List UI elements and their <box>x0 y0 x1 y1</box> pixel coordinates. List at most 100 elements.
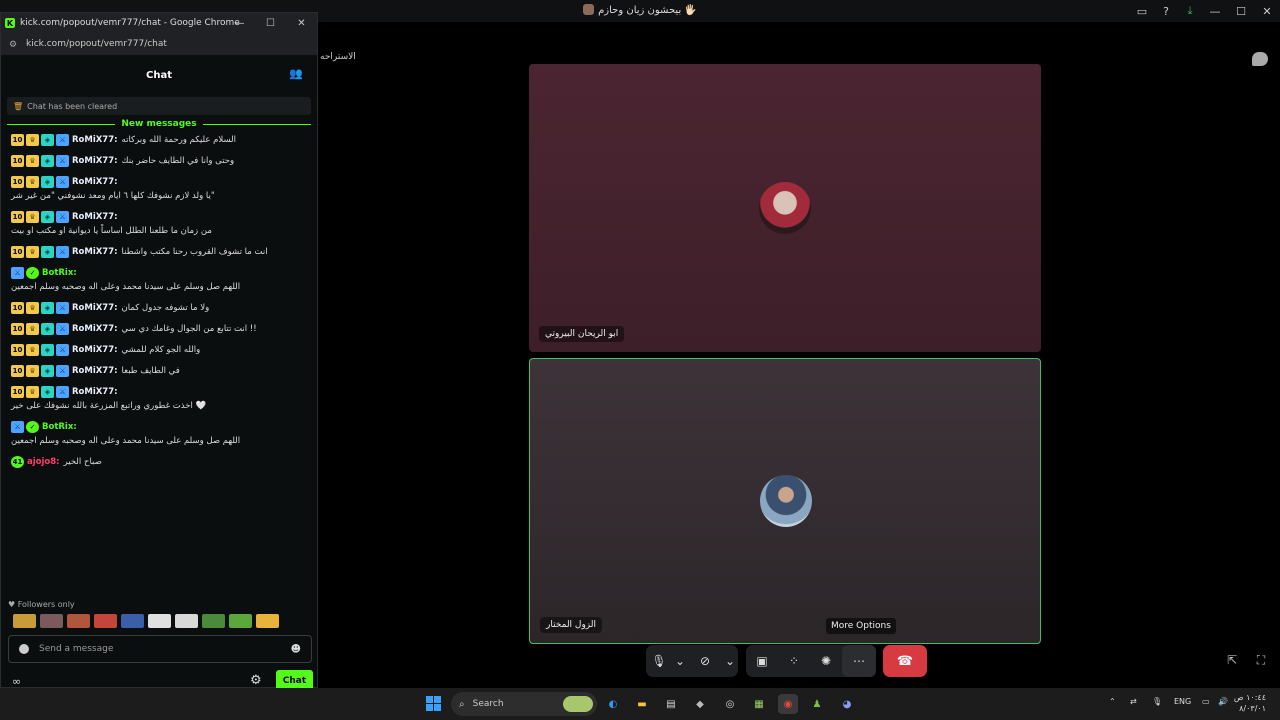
chat-bubble-icon[interactable] <box>1252 52 1268 66</box>
participant-tile[interactable]: ابو الريحان البيروتي <box>529 64 1041 352</box>
emote-icon[interactable] <box>202 614 225 628</box>
soundboard-icon[interactable]: ✺ <box>810 645 842 677</box>
users-icon[interactable]: 👥 <box>289 67 303 80</box>
minimize-button[interactable]: — <box>1202 0 1228 22</box>
steam-icon[interactable]: ◎ <box>720 694 740 714</box>
site-info-icon[interactable]: ⚙ <box>9 40 18 50</box>
chat-username[interactable]: RoMiX77: <box>72 245 118 259</box>
close-button[interactable]: ✕ <box>1254 0 1280 22</box>
emote-icon[interactable] <box>148 614 171 628</box>
message-input[interactable]: Send a message ☻ <box>8 635 312 663</box>
chess-icon[interactable]: ♟ <box>807 694 827 714</box>
chat-username[interactable]: RoMiX77: <box>72 133 118 147</box>
chat-username[interactable]: RoMiX77: <box>72 301 118 315</box>
vip-badge-icon: ◈ <box>41 155 54 167</box>
participant-name: الزول المختار <box>540 617 603 633</box>
edge-icon[interactable]: ◐ <box>603 694 623 714</box>
chat-username[interactable]: RoMiX77: <box>72 322 118 336</box>
moderator-badge-icon: ⚔ <box>56 365 69 377</box>
new-messages-label: New messages <box>121 119 197 129</box>
time: ١٠:٤٤ ص <box>1233 693 1266 702</box>
subscriber-badge: 10 <box>11 386 24 398</box>
camera-off-icon[interactable]: ⊘ <box>688 645 722 677</box>
help-icon[interactable]: ? <box>1154 0 1178 22</box>
vip-badge-icon: ◈ <box>41 176 54 188</box>
trash-icon: 🗑 <box>13 101 24 111</box>
crown-badge-icon: ♛ <box>26 246 39 258</box>
chat-username[interactable]: BotRix: <box>42 266 77 280</box>
maximize-button[interactable]: ☐ <box>255 13 286 33</box>
chat-username[interactable]: RoMiX77: <box>72 364 118 378</box>
chat-username[interactable]: RoMiX77: <box>72 343 118 357</box>
download-icon[interactable]: ⤓ <box>1178 0 1202 22</box>
chat-username[interactable]: RoMiX77: <box>72 385 118 399</box>
chat-username[interactable]: RoMiX77: <box>72 154 118 168</box>
chrome-icon[interactable]: ◉ <box>778 694 798 714</box>
clock[interactable]: ١٠:٤٤ ص ٨/٠٣/٠١ <box>1234 692 1266 714</box>
vip-badge-icon: ◈ <box>41 386 54 398</box>
chat-message: 10 ♛ ◈ ⚔ RoMiX77: ولا ما تشوفه جدول كمان <box>11 301 307 315</box>
chat-username[interactable]: RoMiX77: <box>72 210 118 224</box>
game-icon[interactable]: ▦ <box>749 694 769 714</box>
address-bar[interactable]: ⚙ kick.com/popout/vemr777/chat <box>1 33 317 55</box>
moderator-badge-icon: ⚔ <box>11 267 24 279</box>
chat-message: ⚔ ✓ BotRix: اللهم صل وسلم على سيدنا محمد وع… <box>11 420 307 448</box>
chevron-up-icon[interactable]: ⌃ <box>1109 697 1116 706</box>
network-icon[interactable]: ⇄ <box>1130 697 1137 706</box>
moderator-badge-icon: ⚔ <box>11 421 24 433</box>
vip-badge-icon: ◈ <box>41 211 54 223</box>
loyalty-points-icon[interactable]: ∞ <box>12 675 21 688</box>
followers-only-notice: ♥ Followers only <box>8 600 75 609</box>
subscriber-badge: 10 <box>11 302 24 314</box>
browser-window-title: kick.com/popout/vemr777/chat - Google Ch… <box>20 18 240 28</box>
popout-icon[interactable]: ⇱ <box>1224 653 1240 669</box>
close-button[interactable]: ✕ <box>286 13 317 33</box>
vip-badge-icon: ◈ <box>41 134 54 146</box>
server-icon <box>583 4 595 15</box>
settings-gear-icon[interactable]: ⚙ <box>250 673 262 688</box>
moderator-badge-icon: ⚔ <box>56 386 69 398</box>
chevron-down-icon[interactable]: ⌄ <box>672 645 688 677</box>
fullscreen-icon[interactable]: ⛶ <box>1253 653 1269 669</box>
emote-icon[interactable] <box>13 614 36 628</box>
chat-message: 10 ♛ ◈ ⚔ RoMiX77: يا ولد لازم نشوفك كلها ٦ اي… <box>11 175 307 203</box>
emote-icon[interactable] <box>256 614 279 628</box>
participant-tile-speaking[interactable]: الزول المختار <box>529 358 1041 644</box>
chat-message: 10 ♛ ◈ ⚔ RoMiX77: والله الجو كلام للمشي <box>11 343 307 357</box>
emote-icon[interactable] <box>121 614 144 628</box>
participant-name: ابو الريحان البيروتي <box>539 326 625 342</box>
emote-icon[interactable] <box>229 614 252 628</box>
moderator-badge-icon: ⚔ <box>56 211 69 223</box>
windows-start-icon[interactable] <box>426 696 441 711</box>
chat-message: 10 ♛ ◈ ⚔ RoMiX77: اخذت غطوري وراتبع المزرعة ب… <box>11 385 307 413</box>
emote-icon[interactable] <box>40 614 63 628</box>
emote-icon[interactable] <box>175 614 198 628</box>
chat-message-text: اللهم صل وسلم على سيدنا محمد وعلى اله وص… <box>11 436 241 446</box>
display-icon[interactable]: ▭ <box>1202 697 1210 706</box>
chat-username[interactable]: BotRix: <box>42 420 77 434</box>
discord-icon[interactable]: ◕ <box>837 694 857 714</box>
chat-username[interactable]: ajojo8: <box>27 455 60 469</box>
screen-share-icon[interactable]: ▣ <box>746 645 778 677</box>
inbox-icon[interactable]: ▭ <box>1130 0 1154 22</box>
microphone-tray-icon[interactable]: 🎙 <box>1152 697 1162 706</box>
chat-username[interactable]: RoMiX77: <box>72 175 118 189</box>
chevron-down-icon[interactable]: ⌄ <box>722 645 738 677</box>
store-icon[interactable]: ▤ <box>661 694 681 714</box>
speaker-icon[interactable]: 🔊 <box>1218 697 1228 706</box>
more-options-icon[interactable]: ⋯ <box>842 645 876 677</box>
language-indicator[interactable]: ENG <box>1174 697 1191 706</box>
activities-icon[interactable]: ⁘ <box>778 645 810 677</box>
microphone-icon[interactable]: 🎙 <box>646 645 672 677</box>
emote-icon[interactable] <box>67 614 90 628</box>
chat-popout-window: K kick.com/popout/vemr777/chat - Google … <box>0 12 318 692</box>
emoji-icon[interactable]: ☻ <box>291 644 301 655</box>
app-icon[interactable]: ◆ <box>690 694 710 714</box>
emote-icon[interactable] <box>94 614 117 628</box>
end-call-button[interactable]: ☎ <box>883 645 927 677</box>
taskbar-search[interactable]: ⌕ Search <box>451 692 597 716</box>
file-explorer-icon[interactable]: ▬ <box>632 694 652 714</box>
minimize-button[interactable]: — <box>224 13 255 33</box>
maximize-button[interactable]: ☐ <box>1228 0 1254 22</box>
crown-badge-icon: ♛ <box>26 323 39 335</box>
